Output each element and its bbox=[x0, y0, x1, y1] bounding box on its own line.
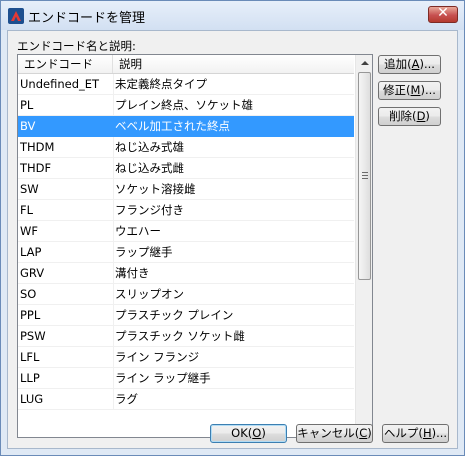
description-cell: ウエハー bbox=[115, 224, 161, 238]
dialog-window: エンドコードを管理 ✕ エンドコード名と説明: エンドコード 説明 Undefi… bbox=[0, 0, 465, 456]
list-row[interactable]: PL プレイン終点、ソケット雄 bbox=[18, 95, 354, 116]
description-cell: プラスチック プレイン bbox=[115, 308, 234, 322]
list-row[interactable]: LLP ライン ラップ継手 bbox=[18, 368, 354, 389]
code-cell: SO bbox=[18, 284, 114, 304]
thumb-grip-line bbox=[362, 172, 368, 173]
ok-button-accesskey: O bbox=[252, 426, 262, 440]
code-cell: GRV bbox=[18, 263, 114, 283]
cancel-button-tail: ) bbox=[367, 426, 372, 440]
window-title: エンドコードを管理 bbox=[28, 11, 146, 26]
list-row[interactable]: THDF ねじ込み式雌 bbox=[18, 158, 354, 179]
list-row[interactable]: WF ウエハー bbox=[18, 221, 354, 242]
code-cell: LFL bbox=[18, 347, 114, 367]
code-cell: LLP bbox=[18, 368, 114, 388]
description-cell: ライン ラップ継手 bbox=[115, 371, 211, 385]
list-row[interactable]: PSW プラスチック ソケット雌 bbox=[18, 326, 354, 347]
column-header-code[interactable]: エンドコード bbox=[18, 55, 113, 73]
description-cell: ラップ継手 bbox=[115, 245, 173, 259]
help-button-accesskey: H bbox=[422, 426, 432, 440]
description-cell: スリップオン bbox=[115, 287, 184, 301]
list-row[interactable]: FL フランジ付き bbox=[18, 200, 354, 221]
title-bar[interactable]: エンドコードを管理 ✕ bbox=[1, 1, 464, 30]
list-row[interactable]: LUG ラグ bbox=[18, 389, 354, 410]
autocad-app-icon bbox=[8, 8, 24, 24]
close-icon: ✕ bbox=[437, 5, 449, 21]
ok-button-label: OK( bbox=[231, 426, 253, 440]
code-cell: THDM bbox=[18, 137, 114, 157]
description-cell: ベベル加工された終点 bbox=[115, 119, 230, 133]
edit-button[interactable]: 修正(M)... bbox=[378, 81, 441, 100]
list-row[interactable]: Undefined_ET 未定義終点タイプ bbox=[18, 74, 354, 95]
scroll-thumb[interactable] bbox=[358, 72, 371, 280]
code-cell: LUG bbox=[18, 389, 114, 409]
code-cell: PSW bbox=[18, 326, 114, 346]
help-button[interactable]: ヘルプ(H)... bbox=[382, 424, 449, 443]
code-cell: SW bbox=[18, 179, 114, 199]
edit-button-accesskey: M bbox=[410, 83, 421, 97]
description-cell: フランジ付き bbox=[115, 203, 184, 217]
description-cell: ねじ込み式雌 bbox=[115, 161, 184, 175]
description-cell: 溝付き bbox=[115, 266, 150, 280]
description-cell: ねじ込み式雄 bbox=[115, 140, 184, 154]
list-label: エンドコード名と説明: bbox=[17, 39, 136, 53]
description-cell: 未定義終点タイプ bbox=[115, 77, 207, 91]
list-header: エンドコード 説明 bbox=[18, 55, 354, 74]
column-header-description[interactable]: 説明 bbox=[113, 55, 354, 73]
list-row[interactable]: LAP ラップ継手 bbox=[18, 242, 354, 263]
description-cell: ラグ bbox=[115, 392, 138, 406]
list-row[interactable]: THDM ねじ込み式雄 bbox=[18, 137, 354, 158]
cancel-button[interactable]: キャンセル(C) bbox=[296, 424, 373, 443]
code-cell: THDF bbox=[18, 158, 114, 178]
code-cell: LAP bbox=[18, 242, 114, 262]
code-cell: PPL bbox=[18, 305, 114, 325]
description-cell: ソケット溶接雌 bbox=[115, 182, 196, 196]
list-row[interactable]: SW ソケット溶接雌 bbox=[18, 179, 354, 200]
cancel-button-label: キャンセル( bbox=[297, 426, 360, 440]
description-cell: プレイン終点、ソケット雄 bbox=[115, 98, 253, 112]
edit-button-tail: )... bbox=[420, 83, 436, 97]
thumb-grip-line bbox=[362, 178, 368, 179]
help-button-label: ヘルプ( bbox=[383, 426, 423, 440]
dialog-client-area: エンドコード名と説明: エンドコード 説明 Undefined_ET 未定義終点タ… bbox=[7, 30, 458, 449]
thumb-grip-line bbox=[362, 175, 368, 176]
delete-button-label: 削除( bbox=[389, 109, 417, 123]
description-cell: プラスチック ソケット雌 bbox=[115, 329, 245, 343]
code-cell: PL bbox=[18, 95, 114, 115]
list-row[interactable]: GRV 溝付き bbox=[18, 263, 354, 284]
list-row[interactable]: PPL プラスチック プレイン bbox=[18, 305, 354, 326]
list-rows: Undefined_ET 未定義終点タイプ PL プレイン終点、ソケット雄 BV ベベ… bbox=[18, 74, 354, 410]
description-cell: ライン フランジ bbox=[115, 350, 200, 364]
scroll-up-arrow-icon bbox=[361, 61, 369, 65]
close-button[interactable]: ✕ bbox=[428, 5, 458, 23]
ok-button-tail: ) bbox=[261, 426, 266, 440]
add-button-tail: )... bbox=[419, 57, 435, 71]
scroll-up-button[interactable] bbox=[357, 55, 372, 72]
add-button-label: 追加( bbox=[384, 57, 412, 71]
delete-button[interactable]: 削除(D) bbox=[378, 107, 441, 126]
list-row[interactable]: LFL ライン フランジ bbox=[18, 347, 354, 368]
delete-button-tail: ) bbox=[425, 109, 430, 123]
edit-button-label: 修正( bbox=[383, 83, 411, 97]
list-row[interactable]: SO スリップオン bbox=[18, 284, 354, 305]
ok-button[interactable]: OK(O) bbox=[210, 424, 287, 443]
code-cell: WF bbox=[18, 221, 114, 241]
vertical-scrollbar[interactable] bbox=[355, 55, 372, 437]
code-cell: FL bbox=[18, 200, 114, 220]
end-code-list[interactable]: エンドコード 説明 Undefined_ET 未定義終点タイプ PL プレイン終点、… bbox=[17, 54, 373, 438]
help-button-tail: )... bbox=[431, 426, 448, 440]
list-row-selected[interactable]: BV ベベル加工された終点 bbox=[18, 116, 354, 137]
code-cell: BV bbox=[18, 116, 114, 136]
code-cell: Undefined_ET bbox=[18, 74, 114, 94]
add-button[interactable]: 追加(A)... bbox=[378, 55, 441, 74]
